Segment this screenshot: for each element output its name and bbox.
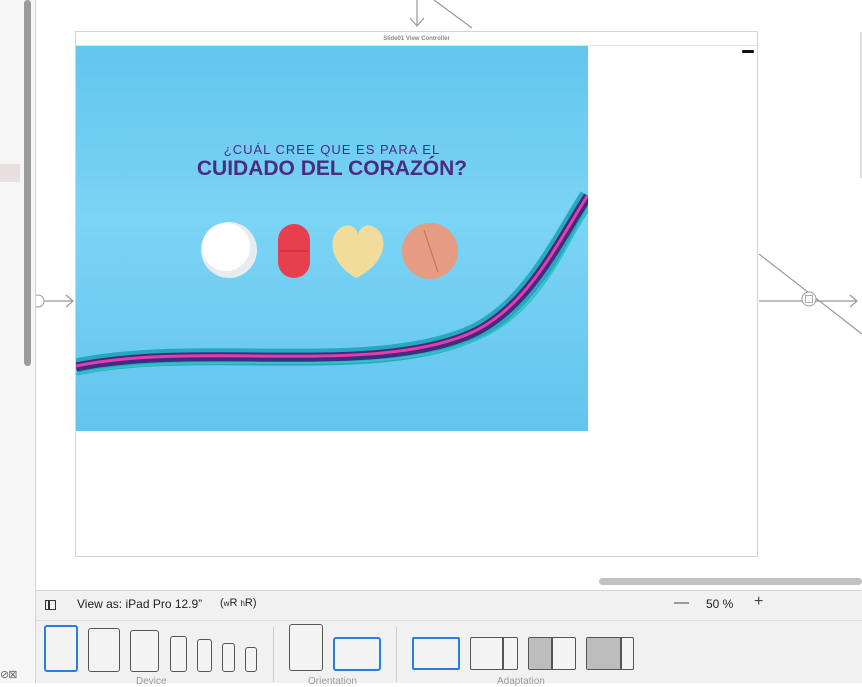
device-ipad-pro-10-5-button[interactable] (88, 628, 120, 672)
slide-question-line2: CUIDADO DEL CORAZÓN? (196, 157, 468, 180)
device-iphone-se-button[interactable] (222, 643, 235, 672)
orientation-group-label: Orientation (308, 676, 357, 687)
navigator-selected-row[interactable] (0, 164, 20, 182)
zoom-in-button[interactable]: + (754, 593, 763, 611)
device-iphone-plus-button[interactable] (170, 636, 187, 672)
view-controller-scene[interactable]: Slide01 View Controller ¿CUÁL CREE QUE E… (75, 31, 758, 557)
slide-question-line1: ¿CUÁL CREE QUE ES PARA EL (223, 142, 441, 157)
white-round-pill (201, 222, 257, 278)
scene-title[interactable]: Slide01 View Controller (76, 32, 757, 46)
red-capsule-pill (278, 224, 310, 278)
zoom-level: 50 % (706, 597, 734, 611)
view-as-label[interactable]: View as: iPad Pro 12.9” (77, 597, 202, 611)
heart-shaped-pill (332, 225, 384, 278)
adaptation-one-third-button[interactable] (586, 637, 634, 670)
device-configuration-bar: View as: iPad Pro 12.9” (wR hR) — 50 % + (36, 590, 862, 620)
tray-divider (273, 627, 274, 682)
navigator-scrollbar[interactable] (24, 0, 31, 366)
height-class-value: R (244, 597, 253, 609)
adaptation-half-button[interactable] (528, 637, 576, 670)
slide-artwork (76, 191, 588, 376)
device-ipad-button[interactable] (130, 630, 159, 672)
device-iphone-button[interactable] (197, 639, 212, 672)
canvas-horizontal-scrollbar[interactable] (599, 578, 862, 585)
device-group-label: Device (136, 676, 167, 687)
slide-image[interactable]: ¿CUÁL CREE QUE ES PARA EL CUIDADO DEL CO… (76, 46, 588, 431)
navigator-pane: ⊘⊠ (0, 0, 36, 683)
orientation-portrait-button[interactable] (289, 624, 323, 671)
adaptation-group-label: Adaptation (497, 676, 545, 687)
zoom-out-button[interactable]: — (674, 594, 689, 611)
navigator-filter-icons[interactable]: ⊘⊠ (0, 668, 17, 681)
adaptation-full-button[interactable] (412, 637, 460, 670)
orientation-landscape-button[interactable] (333, 637, 381, 671)
width-class-value: R (229, 597, 238, 609)
tray-divider (396, 627, 397, 682)
status-bar-indicator (742, 50, 754, 53)
device-tray: Device Orientation Adaptation (36, 620, 862, 687)
device-iphone-4s-button[interactable] (245, 647, 257, 672)
size-class-label: (wR hR) (220, 597, 257, 609)
document-outline-toggle-icon[interactable] (45, 600, 56, 610)
device-ipad-pro-12-9-button[interactable] (44, 625, 78, 672)
storyboard-canvas[interactable]: Slide01 View Controller ¿CUÁL CREE QUE E… (36, 0, 862, 590)
orange-round-pill (402, 223, 458, 279)
adaptation-two-thirds-button[interactable] (470, 637, 518, 670)
